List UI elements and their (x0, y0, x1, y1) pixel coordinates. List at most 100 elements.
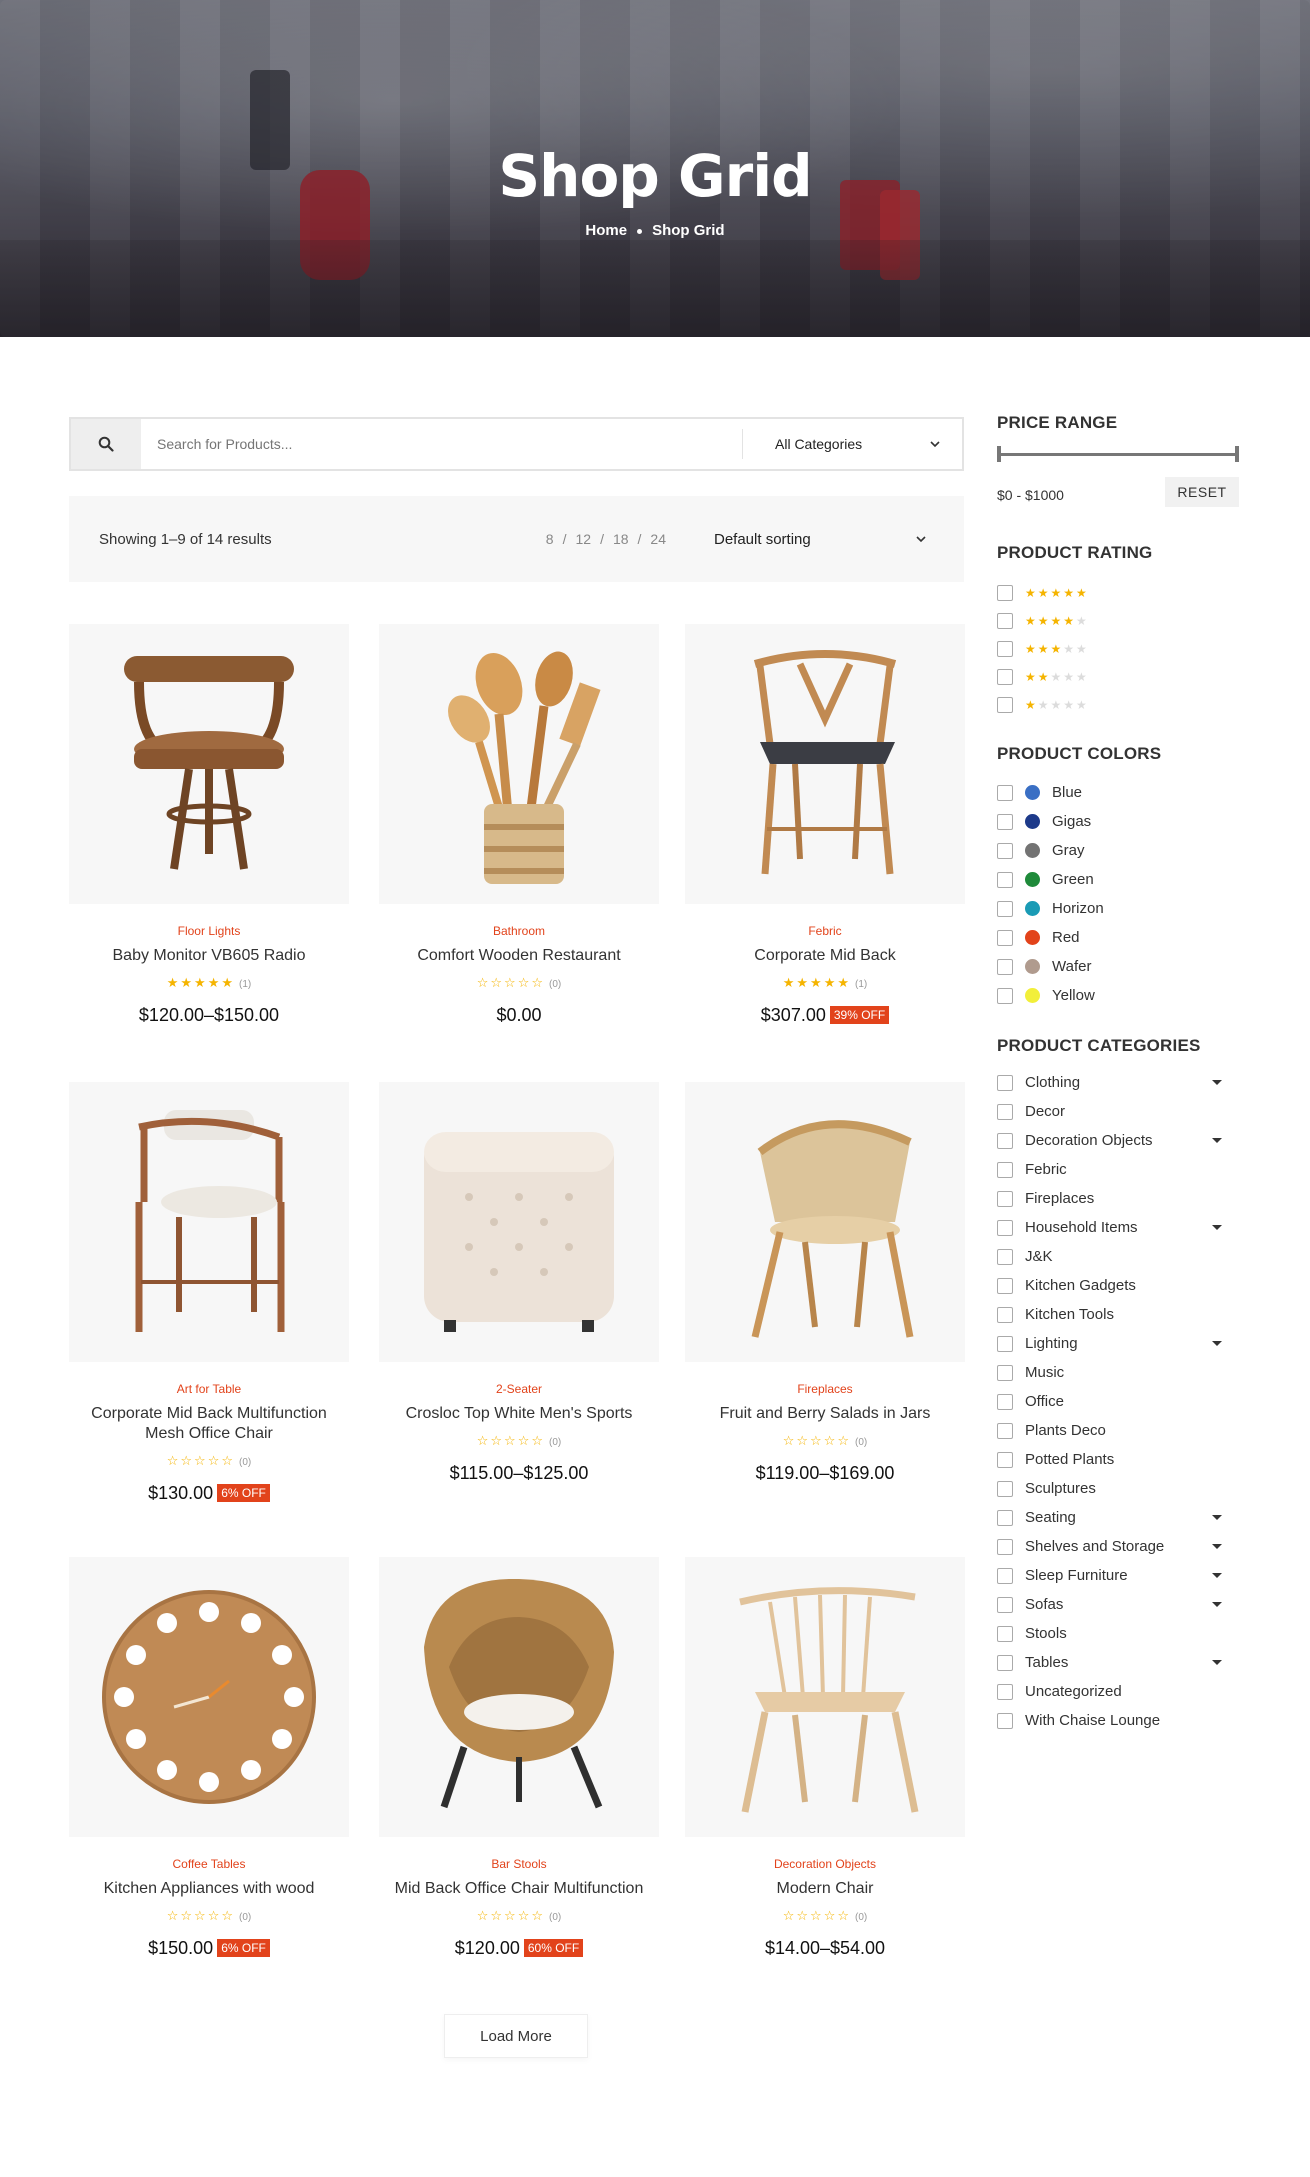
checkbox[interactable] (997, 1161, 1013, 1178)
product-image[interactable] (685, 1557, 965, 1837)
caret-down-icon[interactable] (1212, 1544, 1222, 1549)
checkbox[interactable] (997, 1567, 1013, 1584)
color-option[interactable]: Gray (997, 836, 1242, 865)
checkbox[interactable] (997, 1451, 1013, 1468)
category-option[interactable]: Shelves and Storage (997, 1532, 1242, 1561)
category-option[interactable]: Seating (997, 1503, 1242, 1532)
product-name[interactable]: Corporate Mid Back (685, 946, 965, 966)
product-name[interactable]: Kitchen Appliances with wood (69, 1879, 349, 1899)
product-name[interactable]: Modern Chair (685, 1879, 965, 1899)
product-card[interactable]: Febric Corporate Mid Back ★★★★★ (1) $307.… (685, 624, 965, 1026)
category-option[interactable]: Kitchen Tools (997, 1300, 1242, 1329)
product-image[interactable] (69, 1082, 349, 1362)
checkbox[interactable] (997, 1132, 1013, 1149)
category-option[interactable]: Febric (997, 1155, 1242, 1184)
checkbox[interactable] (997, 669, 1013, 685)
product-category[interactable]: Decoration Objects (685, 1857, 965, 1871)
product-category[interactable]: Art for Table (69, 1382, 349, 1396)
product-card[interactable]: 2-Seater Crosloc Top White Men's Sports … (379, 1082, 659, 1484)
per-page-option-8[interactable]: 8 (546, 531, 554, 547)
search-input[interactable] (141, 419, 742, 469)
checkbox[interactable] (997, 1654, 1013, 1671)
checkbox[interactable] (997, 1277, 1013, 1294)
product-category[interactable]: 2-Seater (379, 1382, 659, 1396)
load-more-button[interactable]: Load More (444, 2014, 588, 2058)
price-range-slider[interactable] (997, 453, 1238, 456)
category-option[interactable]: Sleep Furniture (997, 1561, 1242, 1590)
product-category[interactable]: Floor Lights (69, 924, 349, 938)
category-option[interactable]: Lighting (997, 1329, 1242, 1358)
checkbox[interactable] (997, 784, 1013, 801)
checkbox[interactable] (997, 900, 1013, 917)
per-page-option-24[interactable]: 24 (650, 531, 666, 547)
price-range-min-handle[interactable] (997, 446, 1001, 462)
category-option[interactable]: Sofas (997, 1590, 1242, 1619)
caret-down-icon[interactable] (1212, 1573, 1222, 1578)
caret-down-icon[interactable] (1212, 1138, 1222, 1143)
caret-down-icon[interactable] (1212, 1341, 1222, 1346)
product-card[interactable]: Bar Stools Mid Back Office Chair Multifu… (379, 1557, 659, 1959)
color-option[interactable]: Blue (997, 778, 1242, 807)
product-name[interactable]: Corporate Mid Back Multifunction Mesh Of… (69, 1404, 349, 1444)
checkbox[interactable] (997, 1509, 1013, 1526)
checkbox[interactable] (997, 697, 1013, 713)
caret-down-icon[interactable] (1212, 1515, 1222, 1520)
checkbox[interactable] (997, 1074, 1013, 1091)
category-select[interactable]: All Categories (742, 429, 962, 459)
caret-down-icon[interactable] (1212, 1602, 1222, 1607)
category-option[interactable]: Music (997, 1358, 1242, 1387)
price-reset-button[interactable]: RESET (1165, 477, 1239, 507)
rating-option-2[interactable]: ★★★★★ (997, 663, 1242, 691)
category-option[interactable]: Fireplaces (997, 1184, 1242, 1213)
category-option[interactable]: J&K (997, 1242, 1242, 1271)
product-name[interactable]: Mid Back Office Chair Multifunction (379, 1879, 659, 1899)
checkbox[interactable] (997, 1364, 1013, 1381)
rating-option-4[interactable]: ★★★★★ (997, 607, 1242, 635)
product-category[interactable]: Fireplaces (685, 1382, 965, 1396)
category-option[interactable]: Tables (997, 1648, 1242, 1677)
checkbox[interactable] (997, 929, 1013, 946)
checkbox[interactable] (997, 1248, 1013, 1265)
product-name[interactable]: Crosloc Top White Men's Sports (379, 1404, 659, 1424)
checkbox[interactable] (997, 1596, 1013, 1613)
color-option[interactable]: Green (997, 865, 1242, 894)
product-image[interactable] (379, 1557, 659, 1837)
category-option[interactable]: Sculptures (997, 1474, 1242, 1503)
product-name[interactable]: Baby Monitor VB605 Radio (69, 946, 349, 966)
product-card[interactable]: Fireplaces Fruit and Berry Salads in Jar… (685, 1082, 965, 1484)
product-image[interactable] (685, 624, 965, 904)
product-card[interactable]: Floor Lights Baby Monitor VB605 Radio ★★… (69, 624, 349, 1026)
color-option[interactable]: Red (997, 923, 1242, 952)
checkbox[interactable] (997, 1480, 1013, 1497)
checkbox[interactable] (997, 1219, 1013, 1236)
category-option[interactable]: Office (997, 1387, 1242, 1416)
checkbox[interactable] (997, 1422, 1013, 1439)
caret-down-icon[interactable] (1212, 1080, 1222, 1085)
checkbox[interactable] (997, 585, 1013, 601)
category-option[interactable]: Decoration Objects (997, 1126, 1242, 1155)
category-option[interactable]: Kitchen Gadgets (997, 1271, 1242, 1300)
product-image[interactable] (685, 1082, 965, 1362)
color-option[interactable]: Wafer (997, 952, 1242, 981)
product-image[interactable] (69, 624, 349, 904)
checkbox[interactable] (997, 813, 1013, 830)
per-page-option-18[interactable]: 18 (613, 531, 629, 547)
checkbox[interactable] (997, 1103, 1013, 1120)
rating-option-3[interactable]: ★★★★★ (997, 635, 1242, 663)
caret-down-icon[interactable] (1212, 1660, 1222, 1665)
product-card[interactable]: Art for Table Corporate Mid Back Multifu… (69, 1082, 349, 1504)
product-category[interactable]: Febric (685, 924, 965, 938)
product-card[interactable]: Coffee Tables Kitchen Appliances with wo… (69, 1557, 349, 1959)
product-name[interactable]: Fruit and Berry Salads in Jars (685, 1404, 965, 1424)
category-option[interactable]: With Chaise Lounge (997, 1706, 1242, 1735)
search-button[interactable] (71, 419, 141, 469)
product-name[interactable]: Comfort Wooden Restaurant (379, 946, 659, 966)
checkbox[interactable] (997, 958, 1013, 975)
product-image[interactable] (379, 624, 659, 904)
caret-down-icon[interactable] (1212, 1225, 1222, 1230)
checkbox[interactable] (997, 842, 1013, 859)
checkbox[interactable] (997, 871, 1013, 888)
checkbox[interactable] (997, 1712, 1013, 1729)
checkbox[interactable] (997, 987, 1013, 1004)
color-option[interactable]: Horizon (997, 894, 1242, 923)
